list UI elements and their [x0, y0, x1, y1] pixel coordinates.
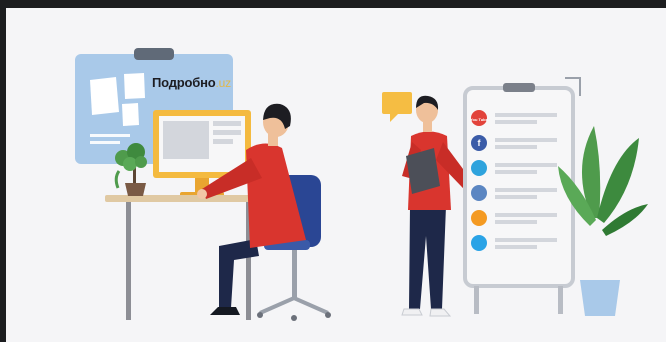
text-line: [495, 238, 557, 242]
odnoklassniki-icon: [471, 210, 487, 226]
text-line: [495, 120, 537, 124]
speech-bubble: [382, 92, 412, 122]
telegram-icon: [471, 160, 487, 176]
twitter-icon: [471, 235, 487, 251]
desk-plant: [114, 143, 147, 196]
illustration-scene: You Tubef: [75, 48, 648, 321]
brand-suffix: .uz: [215, 76, 231, 90]
text-line: [495, 195, 537, 199]
text-line: [495, 113, 557, 117]
icon-label: You Tube: [470, 117, 488, 122]
sticky-note: [90, 77, 119, 115]
brand-name: Подробно: [152, 75, 216, 90]
illustration-frame: You Tube f Подробно.uz: [6, 8, 666, 342]
text-line: [495, 138, 557, 142]
text-line: [495, 188, 557, 192]
text-line: [495, 220, 537, 224]
sticky-note: [122, 103, 139, 126]
text-line: [495, 170, 537, 174]
text-line: [495, 145, 537, 149]
text-line: [495, 163, 557, 167]
brand-logo: Подробно.uz: [152, 75, 231, 90]
vk-icon: [471, 185, 487, 201]
text-line: [495, 245, 537, 249]
text-line: [495, 213, 557, 217]
sticky-note: [124, 73, 145, 99]
